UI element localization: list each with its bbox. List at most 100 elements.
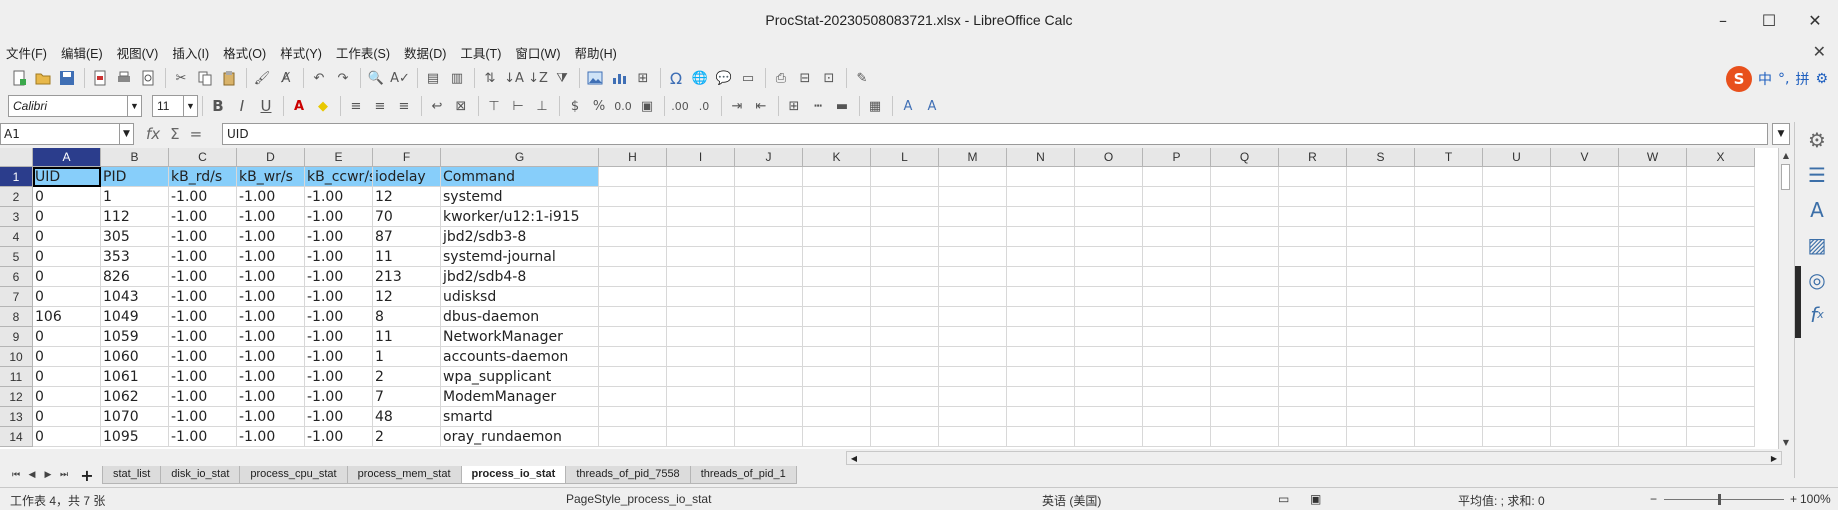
cell-x11[interactable] (1687, 367, 1755, 387)
cell-f5[interactable]: 11 (373, 247, 441, 267)
add-sheet-button[interactable]: + (76, 466, 98, 485)
chevron-down-icon[interactable]: ▼ (183, 96, 197, 116)
sidebar-gallery-icon[interactable]: ▨ (1795, 227, 1838, 262)
row-icon[interactable]: ▤ (422, 67, 444, 89)
cell-e4[interactable]: -1.00 (305, 227, 373, 247)
cell-a7[interactable]: 0 (33, 287, 101, 307)
cell-x3[interactable] (1687, 207, 1755, 227)
cell-s12[interactable] (1347, 387, 1415, 407)
cell-s8[interactable] (1347, 307, 1415, 327)
cell-c4[interactable]: -1.00 (169, 227, 237, 247)
column-header-p[interactable]: P (1143, 148, 1211, 167)
cell-m2[interactable] (939, 187, 1007, 207)
cell-c11[interactable]: -1.00 (169, 367, 237, 387)
page-style[interactable]: PageStyle_process_io_stat (566, 492, 711, 506)
cell-j3[interactable] (735, 207, 803, 227)
merge-center-icon[interactable]: ⊠ (450, 95, 472, 117)
cell-l10[interactable] (871, 347, 939, 367)
cell-s4[interactable] (1347, 227, 1415, 247)
cell-r3[interactable] (1279, 207, 1347, 227)
cell-v1[interactable] (1551, 167, 1619, 187)
export-pdf-icon[interactable] (89, 67, 111, 89)
sort-descending-icon[interactable]: ↓Z (527, 67, 549, 89)
cell-w13[interactable] (1619, 407, 1687, 427)
close-document-icon[interactable]: ✕ (1813, 42, 1826, 61)
freeze-rows-columns-icon[interactable]: ⊟ (794, 67, 816, 89)
cell-p2[interactable] (1143, 187, 1211, 207)
cell-a6[interactable]: 0 (33, 267, 101, 287)
cell-c14[interactable]: -1.00 (169, 427, 237, 447)
align-middle-icon[interactable]: ⊢ (507, 95, 529, 117)
cell-v6[interactable] (1551, 267, 1619, 287)
print-icon[interactable] (113, 67, 135, 89)
cell-w7[interactable] (1619, 287, 1687, 307)
cell-j9[interactable] (735, 327, 803, 347)
cell-m10[interactable] (939, 347, 1007, 367)
cell-u11[interactable] (1483, 367, 1551, 387)
cell-u14[interactable] (1483, 427, 1551, 447)
cell-n10[interactable] (1007, 347, 1075, 367)
cell-t6[interactable] (1415, 267, 1483, 287)
cell-x6[interactable] (1687, 267, 1755, 287)
row-header[interactable]: 4 (0, 227, 33, 247)
cell-i9[interactable] (667, 327, 735, 347)
percent-format-icon[interactable]: % (588, 95, 610, 117)
spelling-icon[interactable]: A✓ (389, 67, 411, 89)
scroll-down-icon[interactable]: ▼ (1779, 435, 1793, 449)
cell-x14[interactable] (1687, 427, 1755, 447)
cell-w1[interactable] (1619, 167, 1687, 187)
ime-settings-icon[interactable]: ⚙ (1815, 71, 1828, 87)
row-header[interactable]: 5 (0, 247, 33, 267)
cell-n5[interactable] (1007, 247, 1075, 267)
menu-window[interactable]: 窗口(W) (515, 43, 560, 62)
sum-icon[interactable]: Σ (170, 125, 179, 143)
chevron-down-icon[interactable]: ▼ (127, 96, 141, 116)
font-color-icon[interactable]: A (288, 95, 310, 117)
cell-q10[interactable] (1211, 347, 1279, 367)
scroll-up-icon[interactable]: ▲ (1779, 148, 1793, 162)
cell-h13[interactable] (599, 407, 667, 427)
cell-g10[interactable]: accounts-daemon (441, 347, 599, 367)
cell-d2[interactable]: -1.00 (237, 187, 305, 207)
cell-b9[interactable]: 1059 (101, 327, 169, 347)
sheet-tab-process-mem-stat[interactable]: process_mem_stat (346, 466, 462, 484)
cell-j12[interactable] (735, 387, 803, 407)
cell-v13[interactable] (1551, 407, 1619, 427)
cell-n13[interactable] (1007, 407, 1075, 427)
scroll-left-icon[interactable]: ◀ (847, 452, 861, 464)
cell-e10[interactable]: -1.00 (305, 347, 373, 367)
cell-m6[interactable] (939, 267, 1007, 287)
cell-l9[interactable] (871, 327, 939, 347)
row-header[interactable]: 2 (0, 187, 33, 207)
cell-u10[interactable] (1483, 347, 1551, 367)
cell-u8[interactable] (1483, 307, 1551, 327)
cell-t12[interactable] (1415, 387, 1483, 407)
cell-d9[interactable]: -1.00 (237, 327, 305, 347)
cell-w11[interactable] (1619, 367, 1687, 387)
cell-f3[interactable]: 70 (373, 207, 441, 227)
cell-m12[interactable] (939, 387, 1007, 407)
menu-insert[interactable]: 插入(I) (172, 43, 209, 62)
cell-c13[interactable]: -1.00 (169, 407, 237, 427)
menu-file[interactable]: 文件(F) (6, 43, 47, 62)
cell-w6[interactable] (1619, 267, 1687, 287)
cell-s13[interactable] (1347, 407, 1415, 427)
cell-d7[interactable]: -1.00 (237, 287, 305, 307)
cell-s11[interactable] (1347, 367, 1415, 387)
menu-tools[interactable]: 工具(T) (460, 43, 501, 62)
save-icon[interactable] (56, 67, 78, 89)
align-top-icon[interactable]: ⊤ (483, 95, 505, 117)
cell-l8[interactable] (871, 307, 939, 327)
cell-x12[interactable] (1687, 387, 1755, 407)
cell-d1[interactable]: kB_wr/s (237, 167, 305, 187)
cell-x4[interactable] (1687, 227, 1755, 247)
sidebar-settings-icon[interactable]: ⚙ (1795, 122, 1838, 157)
cell-f4[interactable]: 87 (373, 227, 441, 247)
cell-e13[interactable]: -1.00 (305, 407, 373, 427)
cell-k5[interactable] (803, 247, 871, 267)
cell-g5[interactable]: systemd-journal (441, 247, 599, 267)
cell-h1[interactable] (599, 167, 667, 187)
cell-d13[interactable]: -1.00 (237, 407, 305, 427)
cell-o9[interactable] (1075, 327, 1143, 347)
cell-a12[interactable]: 0 (33, 387, 101, 407)
